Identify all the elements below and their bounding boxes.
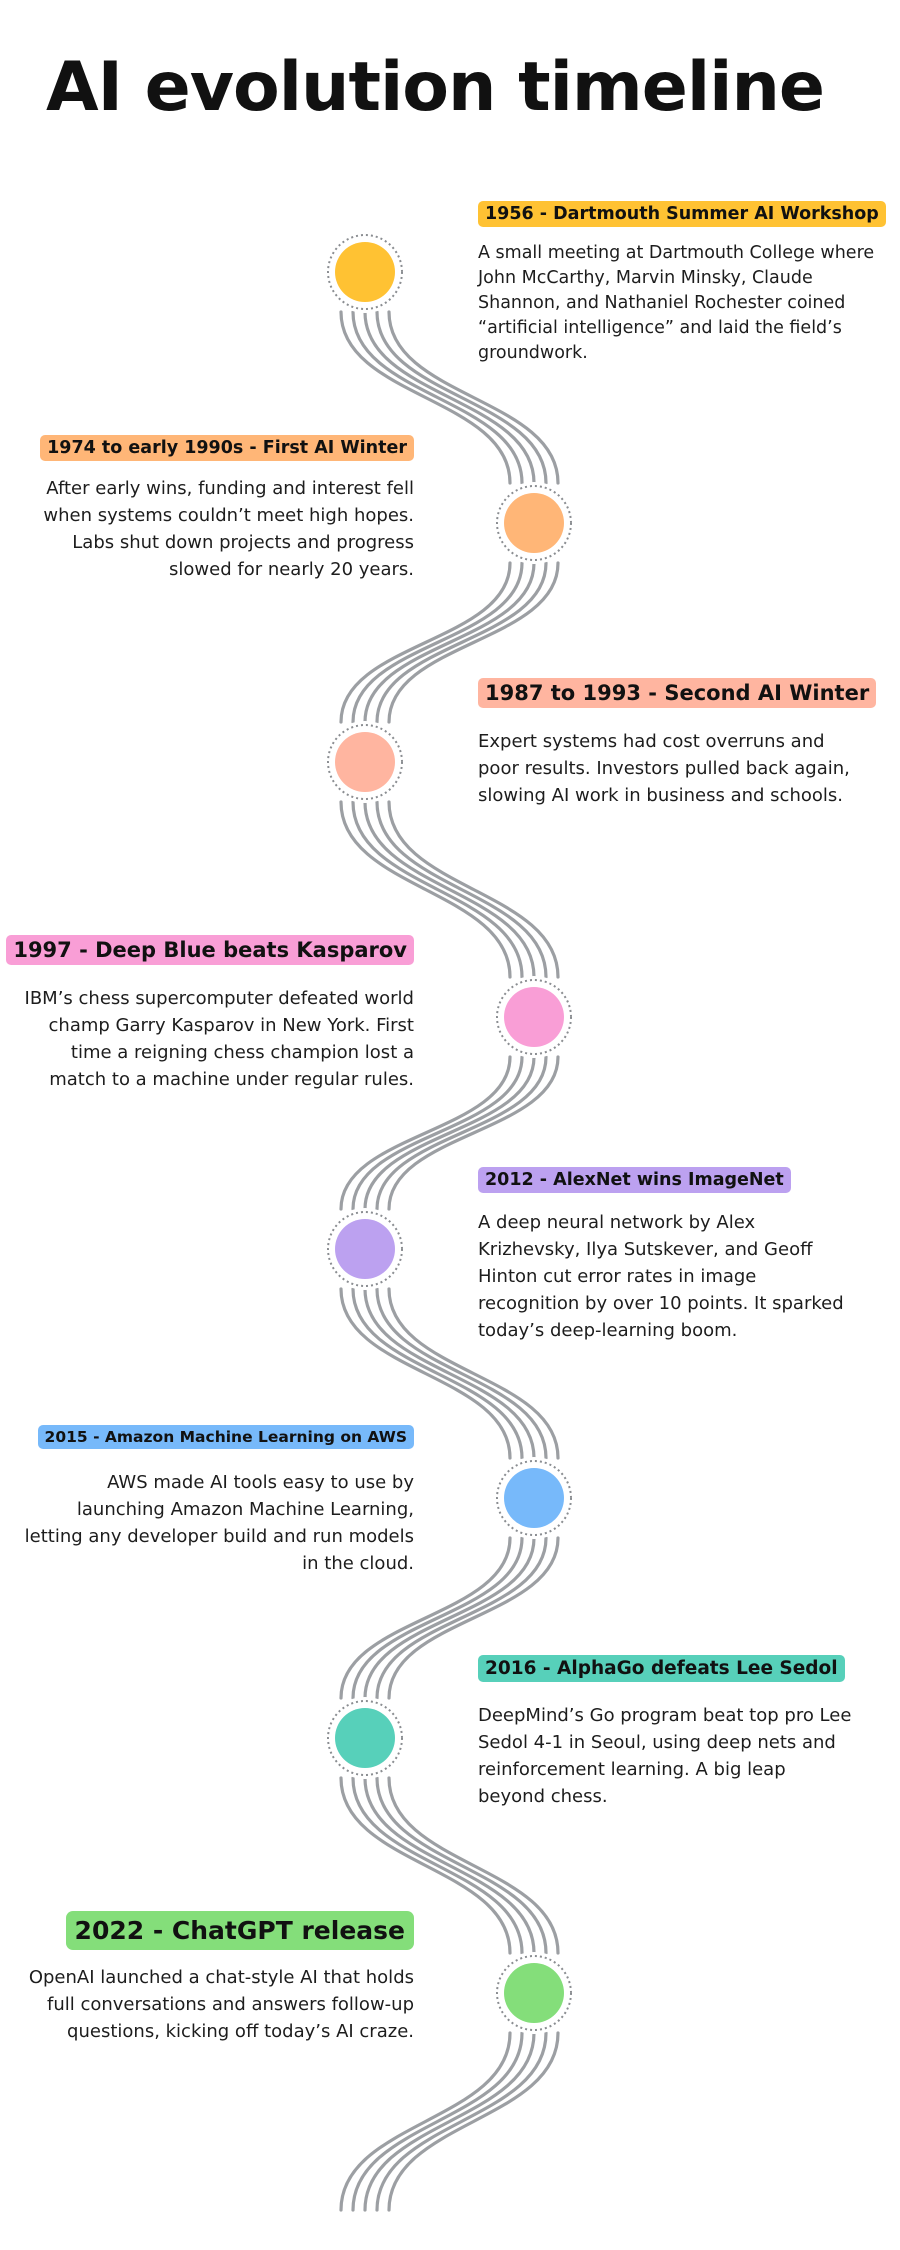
timeline-event-1997: 1997 - Deep Blue beats Kasparov IBM’s ch… (6, 935, 414, 1093)
timeline-node-dot (504, 987, 564, 1047)
track-line (375, 2031, 548, 2212)
timeline-event-2016: 2016 - AlphaGo defeats Lee Sedol DeepMin… (478, 1655, 858, 1810)
timeline-node-dot (335, 1708, 395, 1768)
event-label: 2012 - AlexNet wins ImageNet (478, 1167, 791, 1193)
timeline-node-dot (504, 1468, 564, 1528)
timeline-event-1974: 1974 to early 1990s - First AI Winter Af… (14, 435, 414, 583)
event-label: 2016 - AlphaGo defeats Lee Sedol (478, 1655, 845, 1682)
event-description: AWS made AI tools easy to use by launchi… (24, 1472, 414, 1574)
timeline-event-2015: 2015 - Amazon Machine Learning on AWS AW… (14, 1425, 414, 1577)
event-description: Expert systems had cost overruns and poo… (478, 731, 850, 806)
track-line (387, 800, 560, 979)
event-label: 2015 - Amazon Machine Learning on AWS (37, 1425, 414, 1449)
event-description: A deep neural network by Alex Krizhevsky… (478, 1212, 844, 1341)
timeline-node-dot (504, 1963, 564, 2023)
timeline-event-1956: 1956 - Dartmouth Summer AI Workshop A sm… (478, 201, 886, 366)
event-label: 1974 to early 1990s - First AI Winter (40, 435, 414, 461)
track-line (339, 2031, 512, 2212)
event-description: After early wins, funding and interest f… (43, 478, 414, 580)
timeline-node-dot (335, 1219, 395, 1279)
event-description: A small meeting at Dartmouth College whe… (478, 243, 875, 363)
timeline-event-2012: 2012 - AlexNet wins ImageNet A deep neur… (478, 1167, 858, 1344)
track-line (363, 2031, 536, 2212)
event-label: 1997 - Deep Blue beats Kasparov (6, 935, 414, 965)
event-description: OpenAI launched a chat-style AI that hol… (28, 1967, 414, 2042)
event-label: 2022 - ChatGPT release (65, 1911, 414, 1950)
timeline-event-1987: 1987 to 1993 - Second AI Winter Expert s… (478, 678, 877, 809)
timeline-event-2022: 2022 - ChatGPT release OpenAI launched a… (14, 1911, 414, 2045)
timeline-node-dot (335, 242, 395, 302)
event-label: 1987 to 1993 - Second AI Winter (478, 678, 877, 708)
track-line (351, 2031, 524, 2212)
timeline-node-dot (335, 732, 395, 792)
event-description: IBM’s chess supercomputer defeated world… (24, 988, 414, 1090)
event-description: DeepMind’s Go program beat top pro Lee S… (478, 1705, 852, 1807)
track-line (387, 2031, 560, 2212)
event-label: 1956 - Dartmouth Summer AI Workshop (478, 201, 886, 227)
timeline-node-dot (504, 493, 564, 553)
